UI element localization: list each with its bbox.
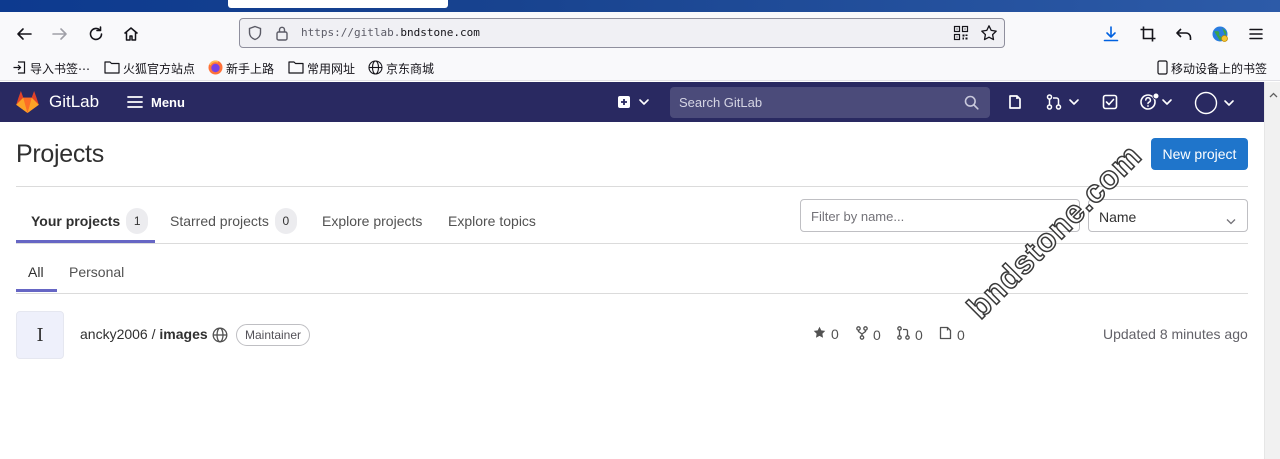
- count-badge: 1: [126, 208, 149, 234]
- tab-label: Explore topics: [448, 213, 536, 229]
- tab-label: Explore projects: [322, 213, 423, 229]
- search-icon[interactable]: [964, 95, 979, 115]
- user-avatar-dropdown[interactable]: [1194, 91, 1238, 120]
- issues-icon[interactable]: [1007, 94, 1023, 115]
- page-title: Projects: [16, 140, 104, 168]
- merge-request-icon: [897, 326, 910, 343]
- tab-starred-projects[interactable]: Starred projects 0: [170, 199, 297, 243]
- project-avatar[interactable]: I: [16, 311, 64, 359]
- folder-icon: [104, 60, 120, 77]
- import-icon: [12, 60, 27, 78]
- help-dropdown[interactable]: [1139, 92, 1175, 117]
- extension-globe-icon[interactable]: [1208, 22, 1232, 46]
- firefox-icon: [208, 60, 223, 78]
- reload-icon[interactable]: [84, 22, 108, 46]
- browser-toolbar: https://gitlab.bndstone.com: [0, 12, 1280, 56]
- scroll-up-icon[interactable]: [1269, 85, 1278, 103]
- stars-count[interactable]: 0: [813, 326, 839, 342]
- download-icon[interactable]: [1099, 22, 1123, 46]
- search-input[interactable]: Search GitLab: [670, 87, 990, 118]
- bookmark-getting-started[interactable]: 新手上路: [208, 60, 274, 77]
- folder-icon: [288, 60, 304, 77]
- count-badge: 0: [274, 208, 297, 234]
- hamburger-menu-icon[interactable]: [1244, 22, 1268, 46]
- stat-value: 0: [915, 326, 923, 343]
- window-titlebar: [0, 0, 1280, 12]
- menu-button[interactable]: Menu: [151, 95, 185, 110]
- home-icon[interactable]: [119, 22, 143, 46]
- url-text[interactable]: https://gitlab.bndstone.com: [301, 26, 480, 39]
- mobile-device-icon: [1157, 59, 1168, 78]
- subtab-personal[interactable]: Personal: [69, 252, 124, 292]
- subtab-all[interactable]: All: [28, 252, 44, 292]
- stat-value: 0: [957, 326, 965, 343]
- bookmark-label: 京东商城: [386, 62, 435, 76]
- shield-icon[interactable]: [247, 25, 263, 46]
- sort-dropdown[interactable]: Name: [1088, 199, 1248, 232]
- bookmark-star-icon[interactable]: [980, 24, 998, 47]
- fork-icon: [856, 326, 868, 343]
- stat-value: 0: [873, 326, 881, 343]
- bookmark-label: 新手上路: [226, 62, 275, 76]
- bookmark-common-sites[interactable]: 常用网址: [288, 60, 355, 77]
- tab-label: Starred projects: [170, 213, 269, 229]
- bookmark-label: 火狐官方站点: [123, 62, 196, 76]
- star-icon: [813, 326, 826, 342]
- gitlab-logo-icon[interactable]: [15, 90, 40, 119]
- updated-timestamp: Updated 8 minutes ago: [1103, 326, 1248, 342]
- mobile-bookmarks[interactable]: 移动设备上的书签: [1157, 59, 1268, 78]
- tab-explore-topics[interactable]: Explore topics: [448, 199, 536, 243]
- project-title-link[interactable]: ancky2006 / images: [80, 326, 208, 342]
- gitlab-navbar: GitLab Menu Search GitLab: [0, 82, 1264, 122]
- undo-icon[interactable]: [1172, 22, 1196, 46]
- browser-tab[interactable]: [228, 0, 448, 8]
- new-item-dropdown[interactable]: [617, 95, 651, 114]
- divider: [16, 293, 1248, 294]
- tab-explore-projects[interactable]: Explore projects: [322, 199, 422, 243]
- bookmark-firefox-site[interactable]: 火狐官方站点: [104, 60, 195, 77]
- qr-code-icon[interactable]: [953, 25, 969, 46]
- bookmark-label: 导入书签⋯: [30, 62, 91, 76]
- menu-hamburger-icon[interactable]: [127, 95, 143, 114]
- forward-icon[interactable]: [48, 22, 72, 46]
- sort-value: Name: [1099, 209, 1137, 225]
- merge-requests-count[interactable]: 0: [897, 326, 923, 343]
- lock-icon[interactable]: [275, 25, 289, 46]
- active-subtab-indicator: [16, 289, 57, 292]
- globe-icon: [368, 59, 383, 78]
- crop-icon[interactable]: [1136, 22, 1160, 46]
- issues-count[interactable]: 0: [939, 326, 965, 343]
- stat-value: 0: [831, 326, 839, 342]
- tab-label: Your projects: [31, 213, 121, 229]
- role-badge: Maintainer: [236, 324, 311, 346]
- bookmark-jd[interactable]: 京东商城: [368, 59, 435, 78]
- todo-icon[interactable]: [1102, 94, 1118, 115]
- bookmark-label: 移动设备上的书签: [1171, 62, 1268, 76]
- page-scrollbar[interactable]: [1264, 82, 1280, 459]
- project-name: images: [159, 326, 208, 342]
- back-icon[interactable]: [12, 22, 36, 46]
- chevron-down-icon: [1226, 212, 1236, 228]
- bookmark-import[interactable]: 导入书签⋯: [12, 60, 90, 77]
- tab-your-projects[interactable]: Your projects 1: [31, 199, 149, 243]
- issue-icon: [939, 326, 952, 343]
- search-placeholder: Search GitLab: [679, 95, 763, 110]
- forks-count[interactable]: 0: [856, 326, 881, 343]
- url-bar[interactable]: https://gitlab.bndstone.com: [239, 18, 1005, 48]
- divider: [16, 186, 1248, 187]
- public-globe-icon: [212, 327, 228, 348]
- bookmark-label: 常用网址: [307, 62, 356, 76]
- filter-placeholder: Filter by name...: [811, 209, 905, 224]
- project-namespace: ancky2006 /: [80, 326, 160, 342]
- new-project-button[interactable]: New project: [1151, 138, 1248, 170]
- gitlab-brand[interactable]: GitLab: [49, 92, 99, 112]
- merge-requests-dropdown[interactable]: [1046, 94, 1080, 115]
- bookmarks-bar: 导入书签⋯ 火狐官方站点 新手上路 常用网址 京东商城 移动设备上的书签: [0, 56, 1280, 81]
